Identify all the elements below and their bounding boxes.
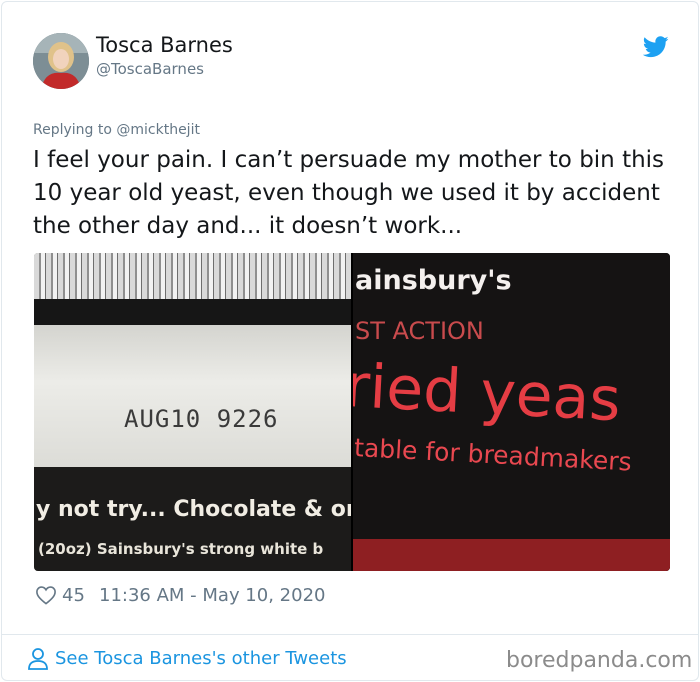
person-icon[interactable] — [27, 647, 49, 671]
yeast-date-photo[interactable]: AUG10 9226 y not try... Chocolate & or (… — [34, 253, 351, 571]
packet-product: ried yeas — [353, 351, 623, 436]
tweet-media[interactable]: AUG10 9226 y not try... Chocolate & or (… — [34, 253, 670, 571]
footer-divider — [2, 634, 698, 635]
packet-band — [34, 299, 351, 325]
tweet-card: Tosca Barnes @ToscaBarnes Replying to @m… — [1, 1, 699, 681]
heart-icon[interactable] — [35, 585, 57, 605]
user-handle[interactable]: @ToscaBarnes — [96, 60, 204, 78]
packet-usage: table for breadmakers — [353, 433, 633, 477]
packet-promo-line: (20oz) Sainsbury's strong white b — [38, 540, 324, 558]
source-watermark: boredpanda.com — [506, 648, 693, 673]
packet-promo-line: y not try... Chocolate & or — [36, 497, 351, 522]
avatar-photo — [33, 33, 89, 89]
display-name[interactable]: Tosca Barnes — [96, 33, 233, 57]
packet-red-band — [353, 539, 670, 571]
yeast-packet-photo[interactable]: ainsbury's ST ACTION ried yeas table for… — [353, 253, 670, 571]
packet-panel — [34, 325, 351, 467]
packet-brand: ainsbury's — [355, 265, 512, 296]
tweet-text: I feel your pain. I can’t persuade my mo… — [33, 147, 665, 239]
reply-context[interactable]: Replying to @mickthejit — [33, 122, 200, 138]
packet-range: ST ACTION — [355, 317, 484, 345]
avatar[interactable] — [33, 33, 89, 89]
batch-code: AUG10 9226 — [124, 405, 279, 433]
see-other-tweets-link[interactable]: See Tosca Barnes's other Tweets — [55, 648, 347, 669]
like-count: 45 — [62, 585, 85, 606]
tweet-timestamp[interactable]: 11:36 AM - May 10, 2020 — [99, 585, 325, 606]
twitter-bird-icon[interactable] — [643, 36, 669, 58]
